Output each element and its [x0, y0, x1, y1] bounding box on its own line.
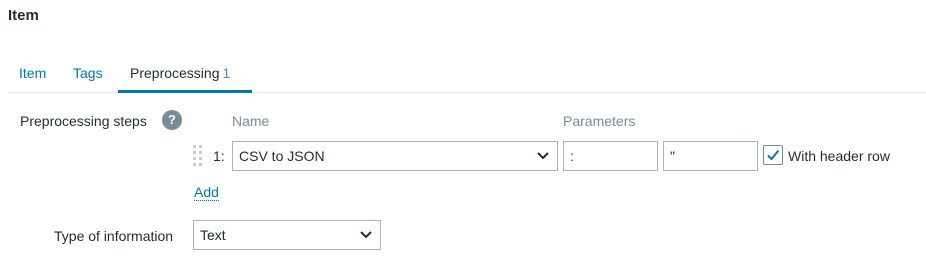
- chevron-down-icon: [537, 152, 549, 160]
- column-header-parameters: Parameters: [563, 113, 636, 129]
- tab-count-badge: 1: [222, 65, 231, 81]
- page-title: Item: [8, 7, 39, 24]
- type-of-information-value: Text: [200, 227, 226, 243]
- checkmark-icon: [767, 149, 780, 161]
- tab-label: Tags: [73, 65, 103, 81]
- tab-preprocessing[interactable]: Preprocessing 1: [118, 65, 252, 93]
- with-header-row-label: With header row: [788, 148, 890, 164]
- add-step-link[interactable]: Add: [194, 184, 219, 201]
- parameter-delimiter-value: :: [570, 148, 574, 164]
- with-header-row-checkbox[interactable]: [763, 145, 783, 165]
- tab-item[interactable]: Item: [19, 65, 46, 93]
- parameter-quotation-input[interactable]: ": [663, 141, 758, 171]
- tab-label: Item: [19, 65, 47, 81]
- type-of-information-label: Type of information: [54, 228, 174, 244]
- parameter-quotation-value: ": [670, 148, 675, 164]
- help-icon[interactable]: ?: [162, 110, 182, 130]
- step-name-value: CSV to JSON: [239, 148, 325, 164]
- column-header-name: Name: [232, 113, 270, 129]
- tab-label: Preprocessing: [130, 65, 220, 81]
- tab-bar: Item Tags Preprocessing 1: [8, 56, 926, 93]
- drag-handle-icon[interactable]: [193, 145, 202, 167]
- type-of-information-select[interactable]: Text: [193, 220, 381, 250]
- step-number: 1:: [213, 148, 225, 164]
- preprocessing-steps-label: Preprocessing steps: [20, 113, 147, 129]
- parameter-delimiter-input[interactable]: :: [563, 141, 658, 171]
- tab-tags[interactable]: Tags: [73, 65, 103, 93]
- chevron-down-icon: [360, 231, 372, 239]
- step-name-select[interactable]: CSV to JSON: [232, 141, 558, 171]
